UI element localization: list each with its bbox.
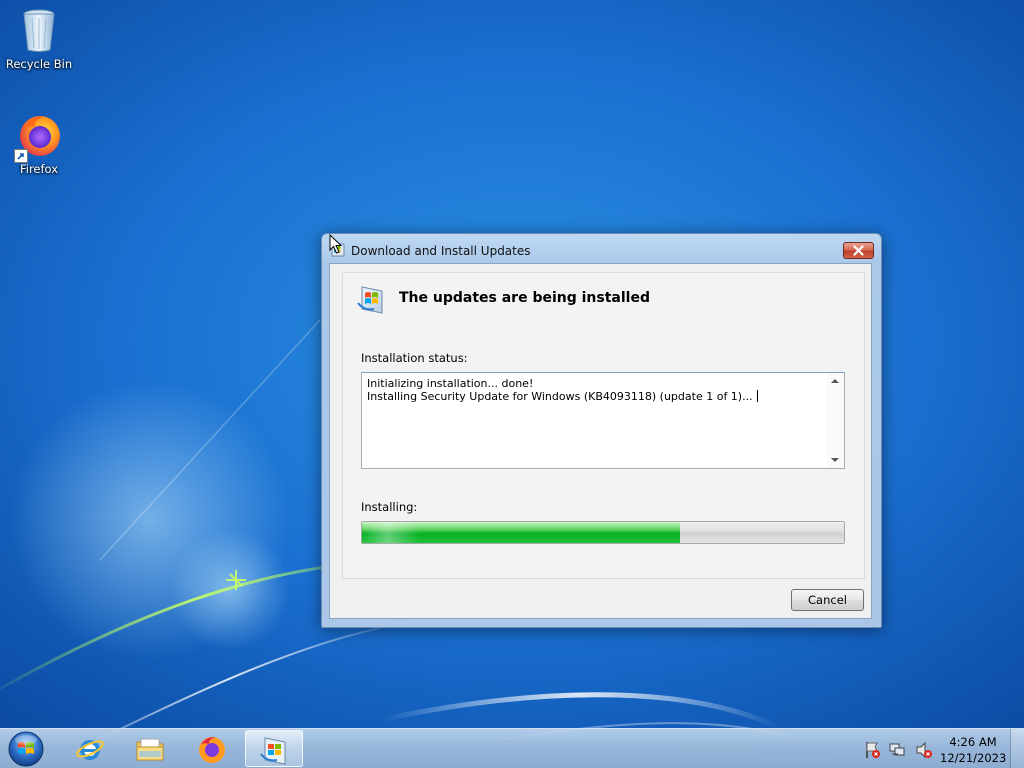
taskbar-clock[interactable]: 4:26 AM 12/21/2023 — [940, 734, 1006, 766]
clock-date: 12/21/2023 — [940, 751, 1007, 765]
installation-status-textbox[interactable]: Initializing installation... done! Insta… — [361, 372, 845, 469]
taskbar-windows-explorer[interactable] — [121, 730, 179, 767]
content-panel: The updates are being installed Installa… — [342, 272, 865, 579]
firefox-icon — [199, 737, 225, 763]
recycle-bin-icon — [15, 6, 63, 54]
text-caret — [756, 390, 758, 402]
status-line-current: Installing Security Update for Windows (… — [367, 390, 822, 403]
network-icon[interactable] — [889, 743, 905, 756]
install-progress-bar — [361, 521, 845, 544]
title-bar[interactable]: Download and Install Updates — [322, 234, 881, 263]
scroll-up-arrow-icon[interactable] — [831, 379, 839, 383]
progress-label: Installing: — [361, 500, 418, 514]
show-desktop-button[interactable] — [1010, 729, 1024, 768]
vertical-scrollbar[interactable] — [827, 373, 844, 468]
system-tray — [862, 739, 940, 761]
desktop-icon-label: Recycle Bin — [5, 57, 73, 71]
desktop-icon-label: Firefox — [19, 162, 59, 176]
header-title: The updates are being installed — [399, 290, 650, 306]
install-updates-window[interactable]: Download and Install Updates The updates… — [321, 233, 882, 628]
scroll-down-arrow-icon[interactable] — [831, 458, 839, 462]
status-line-text: Installing Security Update for Windows (… — [367, 390, 753, 403]
action-center-flag-icon[interactable] — [866, 742, 880, 758]
volume-muted-icon[interactable] — [916, 741, 932, 759]
status-line: Initializing installation... done! — [367, 377, 534, 390]
firefox-icon — [14, 111, 63, 163]
progress-glow — [362, 522, 681, 543]
desktop-icon-recycle-bin[interactable]: Recycle Bin — [1, 6, 77, 71]
window-title: Download and Install Updates — [351, 244, 531, 258]
mouse-cursor-icon — [329, 234, 343, 254]
cancel-button[interactable]: Cancel — [791, 589, 864, 611]
window-client-area: The updates are being installed Installa… — [329, 263, 872, 619]
windows-update-icon — [356, 283, 388, 315]
close-icon — [853, 245, 864, 256]
windows-explorer-icon — [136, 738, 164, 761]
desktop[interactable]: Recycle Bin Firefox Download and Install… — [0, 0, 1024, 768]
taskbar-firefox[interactable] — [183, 730, 241, 767]
status-text: Initializing installation... done! Insta… — [367, 377, 822, 403]
taskbar[interactable]: 4:26 AM 12/21/2023 — [0, 728, 1024, 768]
close-button[interactable] — [843, 242, 874, 259]
desktop-icon-firefox[interactable]: Firefox — [1, 111, 77, 176]
start-button[interactable] — [5, 729, 47, 768]
start-orb-icon — [8, 731, 44, 767]
windows-update-icon — [260, 737, 286, 765]
status-label: Installation status: — [361, 351, 468, 365]
clock-time: 4:26 AM — [949, 735, 997, 749]
internet-explorer-icon — [76, 740, 104, 760]
taskbar-windows-update[interactable] — [245, 730, 303, 767]
taskbar-internet-explorer[interactable] — [61, 730, 119, 767]
shortcut-arrow-icon — [14, 149, 28, 163]
